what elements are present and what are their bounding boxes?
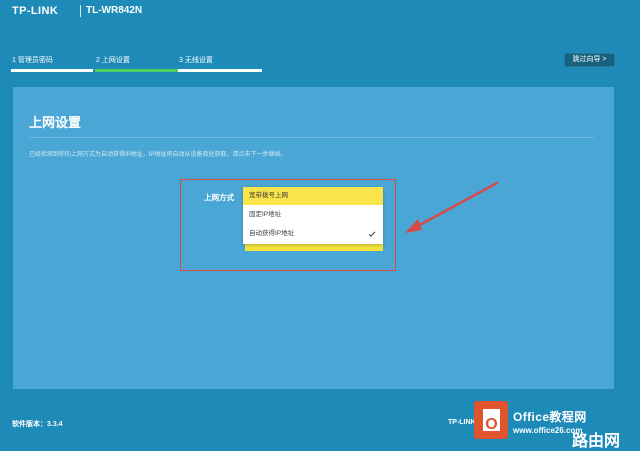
connection-type-dropdown[interactable]: 宽带拨号上网 固定IP地址 自动获得IP地址: [243, 187, 383, 244]
dropdown-option-static-ip[interactable]: 固定IP地址: [243, 206, 383, 224]
software-version: 软件版本：3.3.4: [12, 421, 63, 428]
watermark-cn: 路由网: [572, 433, 621, 450]
dropdown-option-pppoe[interactable]: 宽带拨号上网: [243, 187, 383, 205]
footer-brand: TP-LINK: [448, 419, 476, 426]
panel-title: 上网设置: [29, 115, 82, 130]
step-bar-wireless-settings: [178, 69, 262, 72]
top-header: TP-LINK TL-WR842N: [0, 0, 640, 24]
header-divider: [80, 5, 81, 17]
watermark-logo-letter: O: [485, 416, 498, 433]
wizard-steps: 1 管理员密码 2 上网设置 3 无线设置: [11, 55, 263, 73]
checkmark-icon: [368, 231, 376, 237]
panel-divider: [29, 137, 594, 138]
step-bar-admin-password: [11, 69, 93, 72]
watermark: O Office教程网 www.office26.com 路由网: [474, 398, 640, 451]
dropdown-option-dynamic-ip[interactable]: 自动获得IP地址: [243, 225, 383, 243]
panel-description: 已经检测到你的上网方式为自动获得IP地址，IP地址将自动从设备商处获取，请点击下…: [29, 152, 287, 158]
option-label: 自动获得IP地址: [249, 230, 295, 237]
step-wireless-settings[interactable]: 3 无线设置: [179, 55, 213, 65]
skip-wizard-button[interactable]: 跳过向导 >: [564, 53, 615, 67]
step-internet-settings[interactable]: 2 上网设置: [96, 55, 130, 65]
watermark-title: Office教程网: [513, 410, 587, 424]
step-bar-internet-settings: [95, 69, 178, 72]
router-model: TL-WR842N: [86, 5, 143, 16]
option-label: 固定IP地址: [249, 211, 282, 218]
connection-type-label: 上网方式: [204, 193, 234, 202]
brand-logo: TP-LINK: [12, 5, 59, 17]
step-admin-password[interactable]: 1 管理员密码: [12, 55, 53, 65]
option-label: 宽带拨号上网: [249, 192, 288, 199]
office-logo-icon: O: [474, 401, 508, 439]
